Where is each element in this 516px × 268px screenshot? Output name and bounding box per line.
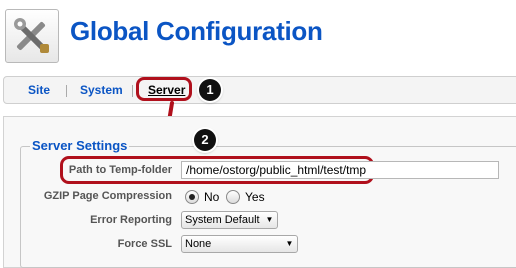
section-title: Server Settings bbox=[30, 138, 130, 153]
server-tab-highlight bbox=[136, 77, 192, 101]
force-ssl-select[interactable]: None ▼ bbox=[181, 235, 298, 253]
gzip-yes-radio[interactable] bbox=[226, 190, 240, 204]
page-header: Global Configuration bbox=[0, 0, 516, 70]
tab-divider bbox=[66, 85, 67, 97]
tools-icon bbox=[5, 9, 59, 63]
error-reporting-select[interactable]: System Default ▼ bbox=[181, 211, 278, 229]
select-arrow-icon: ▼ bbox=[265, 215, 274, 224]
gzip-yes-label: Yes bbox=[245, 190, 265, 204]
gzip-label: GZIP Page Compression bbox=[43, 190, 172, 202]
gzip-no-radio[interactable] bbox=[185, 190, 199, 204]
tab-site[interactable]: Site bbox=[28, 83, 50, 97]
config-tabs: Site System Server bbox=[3, 76, 516, 104]
force-ssl-label: Force SSL bbox=[117, 238, 172, 250]
select-arrow-icon: ▼ bbox=[285, 239, 294, 248]
tab-divider bbox=[132, 85, 133, 97]
force-ssl-value: None bbox=[185, 238, 212, 250]
gzip-no-label: No bbox=[204, 190, 220, 204]
page-title: Global Configuration bbox=[70, 16, 323, 46]
tab-system[interactable]: System bbox=[80, 83, 123, 97]
temp-folder-input[interactable] bbox=[181, 161, 499, 179]
step-1-badge: 1 bbox=[199, 79, 221, 101]
error-reporting-value: System Default bbox=[185, 214, 260, 226]
error-reporting-label: Error Reporting bbox=[90, 214, 172, 226]
step-2-badge: 2 bbox=[194, 129, 216, 151]
